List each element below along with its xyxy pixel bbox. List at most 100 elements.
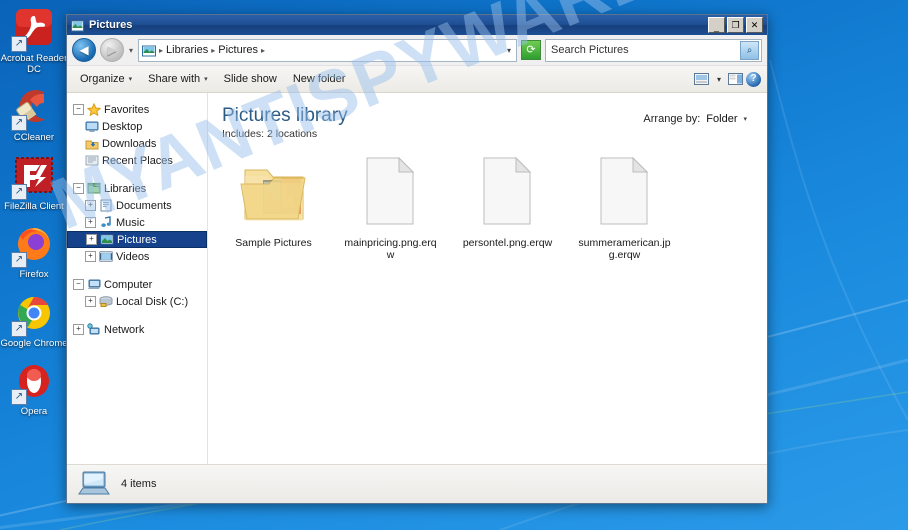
expander-icon[interactable]: −: [73, 183, 84, 194]
desktop-icon-acrobat-reader[interactable]: ↗ Acrobat Reader DC: [0, 6, 68, 75]
sidebar-item-pictures[interactable]: + Pictures: [67, 231, 207, 248]
close-button[interactable]: ✕: [746, 17, 763, 33]
sidebar-item-local-disk-c[interactable]: + Local Disk (C:): [67, 293, 207, 310]
view-dropdown-icon[interactable]: ▾: [713, 75, 725, 84]
acrobat-reader-icon: ↗: [11, 6, 57, 52]
chrome-icon: ↗: [11, 291, 57, 337]
organize-label: Organize: [80, 73, 125, 85]
breadcrumb[interactable]: ▸ Libraries ▸ Pictures ▸ ▾: [138, 38, 517, 62]
desktop-icon-label: Google Chrome: [0, 337, 68, 349]
music-library-icon: [99, 216, 113, 229]
chevron-down-icon[interactable]: ▾: [507, 46, 513, 55]
sidebar-item-desktop[interactable]: Desktop: [67, 118, 207, 135]
nav-group-label: Libraries: [104, 182, 147, 195]
expander-icon[interactable]: +: [85, 251, 96, 262]
command-toolbar: Organize ▾ Share with ▾ Slide show New f…: [67, 66, 767, 93]
arrange-by-value: Folder: [706, 113, 738, 125]
folder-with-pictures-icon: [226, 154, 321, 234]
desktop-icon-google-chrome[interactable]: ↗ Google Chrome: [0, 291, 68, 350]
window-controls: _ ❐ ✕: [708, 17, 765, 33]
library-subtitle: Includes: 2 locations: [222, 128, 318, 140]
desktop-icon-filezilla[interactable]: ↗ FileZilla Client: [0, 154, 68, 213]
nav-group-network[interactable]: + Network: [67, 321, 207, 338]
firefox-icon: ↗: [11, 222, 57, 268]
pictures-library-icon: [71, 19, 84, 32]
help-icon[interactable]: ?: [746, 71, 761, 87]
refresh-icon[interactable]: ⟳: [521, 40, 541, 60]
list-item[interactable]: persontel.png.erqw: [460, 154, 555, 261]
share-with-button[interactable]: Share with ▾: [141, 70, 215, 88]
unknown-file-icon: [577, 154, 672, 234]
nav-group-libraries[interactable]: − Libraries: [67, 180, 207, 197]
organize-button[interactable]: Organize ▾: [73, 70, 139, 88]
nav-group-label: Favorites: [104, 103, 150, 116]
nav-group-favorites[interactable]: − Favorites: [67, 101, 207, 118]
recent-places-icon: [85, 154, 99, 167]
file-list: Sample Pictures mainpricing.png.erqw per…: [208, 140, 767, 261]
back-arrow-icon[interactable]: ◀: [72, 38, 96, 62]
desktop-icon-opera[interactable]: ↗ Opera: [0, 359, 68, 418]
maximize-button[interactable]: ❐: [727, 17, 744, 33]
list-item-label: mainpricing.png.erqw: [344, 237, 437, 261]
search-magnifier-icon[interactable]: ⌕: [740, 40, 759, 60]
opera-icon: ↗: [11, 359, 57, 405]
network-icon: [87, 323, 101, 336]
sidebar-item-videos[interactable]: + Videos: [67, 248, 207, 265]
desktop-icon-label: CCleaner: [13, 132, 55, 143]
expander-icon[interactable]: +: [85, 296, 96, 307]
sidebar-item-label: Documents: [116, 199, 172, 212]
list-item[interactable]: Sample Pictures: [226, 154, 321, 261]
unknown-file-icon: [343, 154, 438, 234]
desktop-icon: [85, 120, 99, 133]
arrange-by-label: Arrange by:: [643, 113, 701, 125]
list-item-label: persontel.png.erqw: [462, 237, 553, 249]
expander-icon[interactable]: +: [85, 200, 96, 211]
desktop-icon-label: FileZilla Client: [4, 200, 64, 212]
nav-group-computer[interactable]: − Computer: [67, 276, 207, 293]
list-item[interactable]: summeramerican.jpg.erqw: [577, 154, 672, 261]
history-dropdown-icon[interactable]: ▾: [128, 46, 134, 55]
hard-disk-icon: [99, 295, 113, 308]
expander-icon[interactable]: +: [86, 234, 97, 245]
list-item[interactable]: mainpricing.png.erqw: [343, 154, 438, 261]
sidebar-item-downloads[interactable]: Downloads: [67, 135, 207, 152]
sidebar-item-documents[interactable]: + Documents: [67, 197, 207, 214]
chevron-down-icon: ▾: [204, 76, 208, 83]
sidebar-item-music[interactable]: + Music: [67, 214, 207, 231]
list-item-label: summeramerican.jpg.erqw: [578, 237, 671, 261]
arrange-by-control[interactable]: Arrange by: Folder ▾: [643, 105, 755, 125]
expander-icon[interactable]: −: [73, 104, 84, 115]
desktop-icon-label: Acrobat Reader DC: [0, 53, 68, 75]
shortcut-overlay-icon: ↗: [11, 252, 27, 268]
sidebar-item-label: Videos: [116, 250, 150, 263]
desktop-icon-firefox[interactable]: ↗ Firefox: [0, 222, 68, 281]
search-input[interactable]: Search Pictures ⌕: [545, 38, 762, 62]
window-titlebar[interactable]: Pictures _ ❐ ✕: [67, 15, 767, 35]
change-view-icon[interactable]: [694, 72, 711, 87]
breadcrumb-item-pictures[interactable]: Pictures: [218, 44, 258, 56]
status-text: 4 items: [121, 478, 157, 490]
expander-icon[interactable]: −: [73, 279, 84, 290]
new-folder-button[interactable]: New folder: [286, 70, 353, 88]
share-with-label: Share with: [148, 73, 201, 85]
chevron-down-icon: ▾: [128, 76, 133, 83]
window-title: Pictures: [89, 19, 133, 31]
slide-show-button[interactable]: Slide show: [217, 70, 284, 88]
desktop-icon-label: Firefox: [19, 269, 49, 280]
navigation-pane: − Favorites Desktop Downloads Recent Pla…: [67, 93, 208, 464]
sidebar-item-label: Downloads: [102, 137, 157, 150]
computer-icon: [87, 278, 101, 291]
forward-arrow-icon[interactable]: ▶: [100, 38, 124, 62]
desktop-icon-ccleaner[interactable]: ↗ CCleaner: [0, 85, 68, 144]
videos-library-icon: [99, 250, 113, 263]
breadcrumb-item-libraries[interactable]: Libraries: [166, 44, 208, 56]
explorer-window: Pictures _ ❐ ✕ ◀ ▶ ▾ ▸ Libraries ▸ Pictu…: [66, 14, 768, 504]
unknown-file-icon: [460, 154, 555, 234]
expander-icon[interactable]: +: [73, 324, 84, 335]
expander-icon[interactable]: +: [85, 217, 96, 228]
minimize-button[interactable]: _: [708, 17, 725, 33]
page-title: Pictures library: [222, 105, 348, 126]
preview-pane-icon[interactable]: [727, 72, 744, 87]
sidebar-item-recent-places[interactable]: Recent Places: [67, 152, 207, 169]
